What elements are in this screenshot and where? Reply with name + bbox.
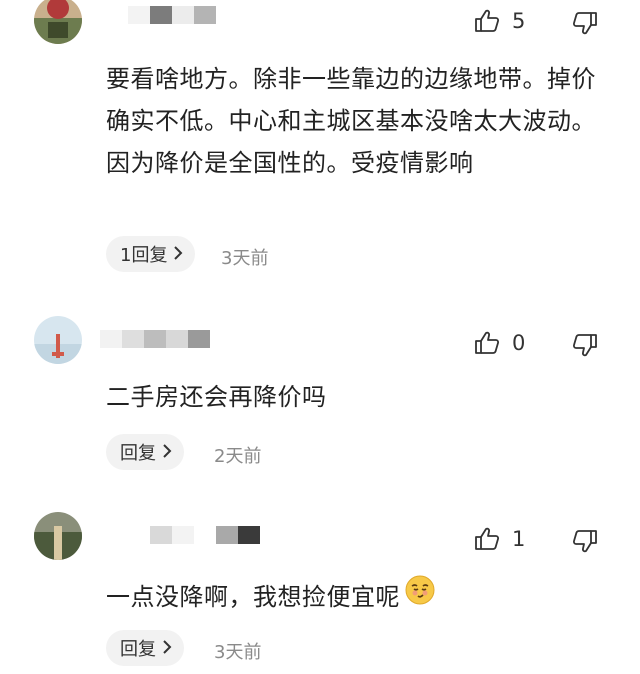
comment-text: 二手房还会再降价吗 xyxy=(106,383,327,411)
like-count: 5 xyxy=(512,9,526,33)
thumbs-down-icon xyxy=(572,528,598,554)
comment-item: 1 一点没降啊，我想捡便宜呢 回复 3天前 xyxy=(0,496,640,674)
comment-item: 0 二手房还会再降价吗 回复 2天前 xyxy=(0,300,640,490)
avatar[interactable] xyxy=(34,316,82,364)
comment-item: 5 要看啥地方。除非一些靠边的边缘地带。掉价确实不低。中心和主城区基本没啥太大波… xyxy=(0,0,640,290)
reply-label: 回复 xyxy=(120,639,156,660)
thumbs-down-icon xyxy=(572,332,598,358)
username-mosaic xyxy=(128,6,216,24)
smirk-emoji xyxy=(404,574,436,619)
thumbs-up-icon xyxy=(474,8,500,34)
chevron-right-icon xyxy=(162,442,172,463)
chevron-right-icon xyxy=(162,638,172,659)
avatar[interactable] xyxy=(34,512,82,560)
dislike-button[interactable] xyxy=(572,528,598,554)
thumbs-up-icon xyxy=(474,330,500,356)
comment-text-content: 一点没降啊，我想捡便宜呢 xyxy=(106,582,400,611)
thumbs-up-icon xyxy=(474,526,500,552)
like-count: 0 xyxy=(512,331,526,355)
reply-label: 回复 xyxy=(120,443,156,464)
reply-label: 1回复 xyxy=(120,245,168,266)
like-count: 1 xyxy=(512,527,526,551)
thumbs-down-icon xyxy=(572,10,598,36)
comment-text: 一点没降啊，我想捡便宜呢 xyxy=(106,574,606,619)
chevron-right-icon xyxy=(173,244,183,265)
dislike-button[interactable] xyxy=(572,10,598,36)
like-button[interactable]: 0 xyxy=(474,330,525,356)
reply-button[interactable]: 回复 xyxy=(106,630,184,666)
timestamp: 2天前 xyxy=(214,446,262,467)
reply-button[interactable]: 回复 xyxy=(106,434,184,470)
timestamp: 3天前 xyxy=(221,248,269,269)
reply-button[interactable]: 1回复 xyxy=(106,236,196,272)
avatar[interactable] xyxy=(34,0,82,44)
comment-text: 要看啥地方。除非一些靠边的边缘地带。掉价确实不低。中心和主城区基本没啥太大波动。… xyxy=(106,65,596,177)
username-mosaic xyxy=(150,526,260,544)
timestamp: 3天前 xyxy=(214,642,262,663)
like-button[interactable]: 5 xyxy=(474,8,525,34)
username-mosaic xyxy=(100,330,210,348)
dislike-button[interactable] xyxy=(572,332,598,358)
like-button[interactable]: 1 xyxy=(474,526,525,552)
